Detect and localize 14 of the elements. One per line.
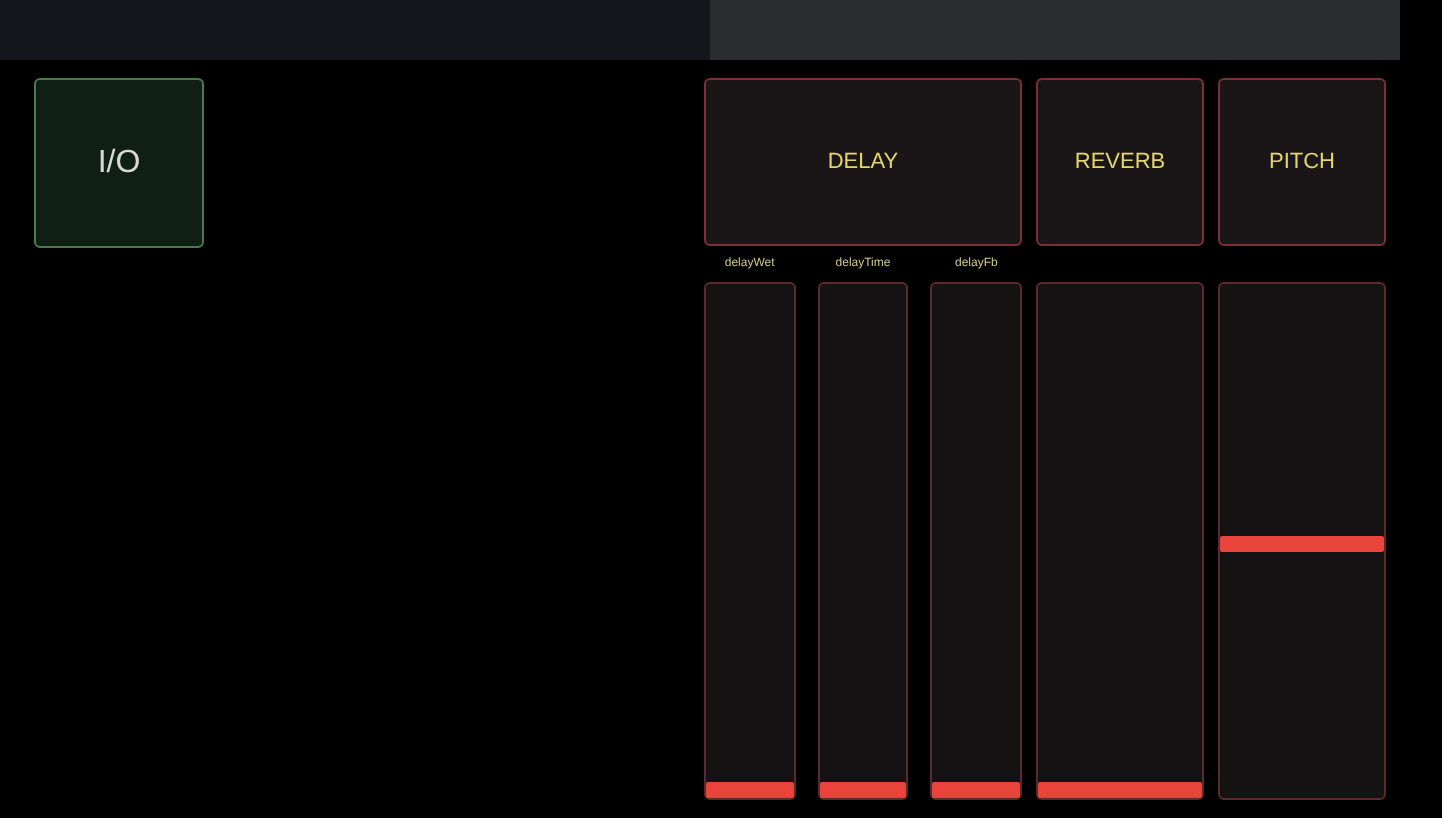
fader-handle[interactable] xyxy=(706,782,794,798)
effect-button[interactable]: REVERB xyxy=(1036,78,1204,246)
fader-handle[interactable] xyxy=(1220,535,1384,551)
io-button[interactable]: I/O xyxy=(34,78,204,248)
fader-track[interactable] xyxy=(930,282,1023,800)
effect-button[interactable]: PITCH xyxy=(1218,78,1386,246)
fader-handle[interactable] xyxy=(819,782,907,798)
fader-handle[interactable] xyxy=(1038,782,1202,798)
fader-track[interactable] xyxy=(817,282,909,800)
fader-track[interactable] xyxy=(704,282,796,800)
effect-button[interactable]: DELAY xyxy=(704,78,1022,246)
fader-handle[interactable] xyxy=(932,782,1021,798)
fader-track[interactable] xyxy=(1036,282,1204,800)
fader-track[interactable] xyxy=(1218,282,1386,800)
